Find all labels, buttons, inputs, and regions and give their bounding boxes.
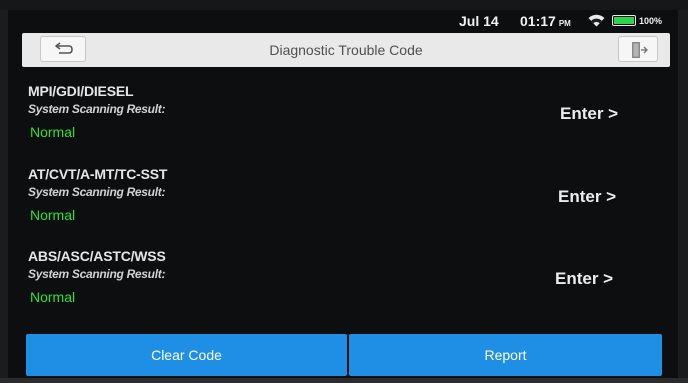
battery-icon	[612, 15, 636, 26]
enter-button[interactable]: Enter >	[560, 104, 618, 124]
enter-button[interactable]: Enter >	[558, 187, 616, 207]
status-date: Jul 14	[459, 13, 499, 29]
clear-code-button[interactable]: Clear Code	[26, 334, 347, 376]
system-row-abs-asc[interactable]: ABS/ASC/ASTC/WSS System Scanning Result:…	[8, 248, 678, 328]
device-bezel-bottom	[0, 378, 688, 383]
status-clock: 01:17 PM	[520, 13, 571, 29]
scan-result-label: System Scanning Result:	[28, 267, 166, 281]
scan-result-label: System Scanning Result:	[28, 102, 166, 116]
system-row-mpi-gdi-diesel[interactable]: MPI/GDI/DIESEL System Scanning Result: N…	[8, 83, 678, 163]
title-bar: Diagnostic Trouble Code	[22, 33, 670, 67]
scan-result-status: Normal	[30, 207, 76, 223]
exit-door-icon	[632, 42, 648, 58]
scan-result-status: Normal	[30, 289, 76, 305]
system-name: AT/CVT/A-MT/TC-SST	[28, 166, 168, 182]
report-button[interactable]: Report	[349, 334, 662, 376]
battery-fill	[614, 17, 634, 24]
scan-result-label: System Scanning Result:	[28, 185, 166, 199]
device-screen: Jul 14 01:17 PM 100% Diagnostic Trouble C…	[8, 10, 678, 378]
wifi-icon	[588, 14, 605, 27]
system-name: MPI/GDI/DIESEL	[28, 83, 134, 99]
system-name: ABS/ASC/ASTC/WSS	[28, 248, 166, 264]
battery-percent: 100%	[639, 16, 663, 26]
footer-toolbar: Clear Code Report	[26, 334, 662, 376]
enter-button[interactable]: Enter >	[555, 269, 613, 289]
page-title: Diagnostic Trouble Code	[269, 42, 423, 58]
device-bezel-top	[0, 0, 688, 10]
status-ampm: PM	[558, 19, 571, 28]
status-bar: Jul 14 01:17 PM 100%	[8, 10, 678, 32]
scan-result-status: Normal	[30, 124, 76, 140]
system-row-at-cvt[interactable]: AT/CVT/A-MT/TC-SST System Scanning Resul…	[8, 166, 678, 246]
exit-button[interactable]	[618, 36, 658, 62]
status-time: 01:17	[520, 13, 556, 29]
